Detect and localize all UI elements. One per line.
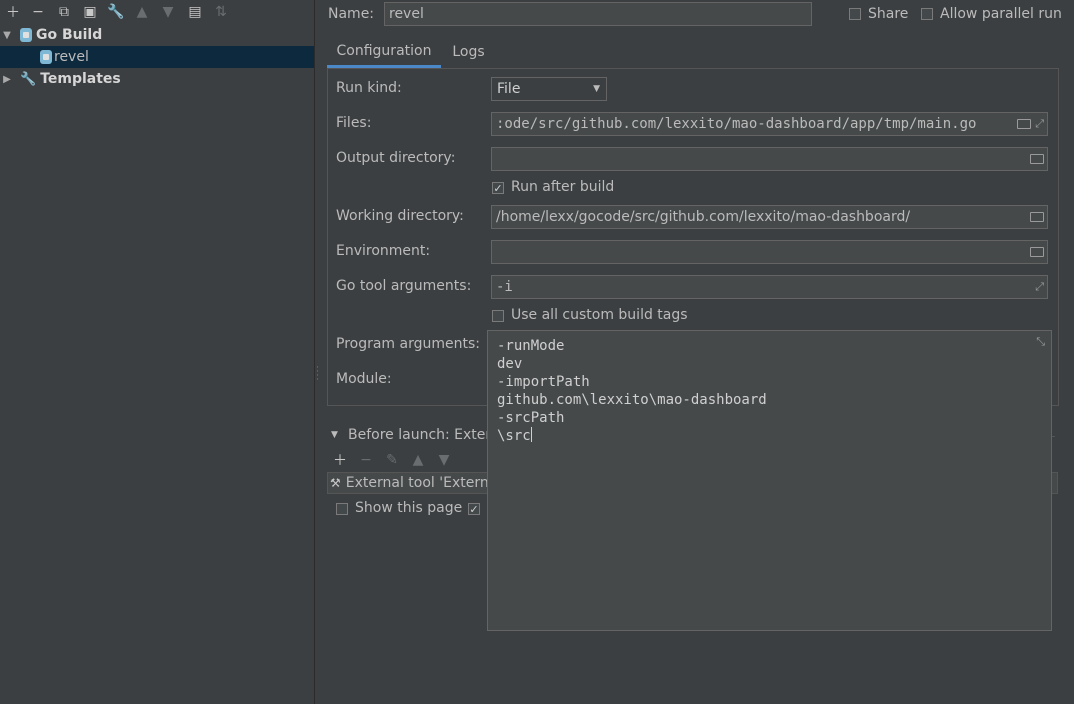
- files-label: Files:: [336, 115, 372, 131]
- run-kind-select[interactable]: File ▼: [491, 77, 607, 101]
- output-directory-input[interactable]: [491, 147, 1048, 171]
- wrench-icon: 🔧: [20, 71, 37, 87]
- working-directory-input[interactable]: /home/lexx/gocode/src/github.com/lexxito…: [491, 205, 1048, 229]
- environment-input[interactable]: [491, 240, 1048, 264]
- folder-icon[interactable]: [1030, 247, 1044, 257]
- show-page-label: Show this page: [355, 500, 463, 516]
- chevron-down-icon: ▼: [593, 84, 600, 94]
- allow-parallel-checkbox[interactable]: [921, 8, 933, 20]
- folder-add-icon[interactable]: ▤: [185, 2, 205, 22]
- go-tool-arguments-label: Go tool arguments:: [336, 278, 472, 294]
- allow-parallel-label: Allow parallel run: [940, 6, 1062, 22]
- files-value: :ode/src/github.com/lexxito/mao-dashboar…: [496, 116, 977, 132]
- collapse-arrow-icon[interactable]: ▼: [331, 430, 338, 440]
- collapse-arrow-icon[interactable]: ▶: [0, 74, 14, 85]
- run-after-build-label: Run after build: [511, 179, 615, 195]
- program-arguments-label: Program arguments:: [336, 336, 480, 352]
- tab-configuration[interactable]: Configuration: [327, 36, 441, 68]
- go-tool-arguments-input[interactable]: -i ⤢: [491, 275, 1048, 299]
- before-launch-task-label: External tool 'Extern: [345, 475, 489, 491]
- share-label: Share: [868, 6, 909, 22]
- minus-icon[interactable]: −: [356, 450, 376, 470]
- folder-icon[interactable]: [1017, 119, 1032, 129]
- sort-icon[interactable]: ⇅: [211, 2, 231, 22]
- arg-line: github.com\lexxito\mao-dashboard: [497, 392, 767, 408]
- tree-item-label: Templates: [40, 71, 121, 87]
- go-file-icon: [40, 50, 52, 64]
- tree-item-templates[interactable]: ▶ 🔧 Templates: [0, 68, 314, 90]
- arg-line: \src: [497, 428, 531, 444]
- run-kind-label: Run kind:: [336, 80, 402, 96]
- plus-icon[interactable]: ＋: [330, 450, 350, 470]
- arrow-up-icon[interactable]: ▲: [132, 2, 152, 22]
- before-launch-title: Before launch: Externa: [348, 427, 509, 443]
- working-directory-label: Working directory:: [336, 208, 464, 224]
- go-build-icon: [20, 28, 32, 42]
- before-launch-task-row[interactable]: ⚒ External tool 'Extern: [330, 475, 489, 491]
- folder-icon[interactable]: [1030, 212, 1044, 222]
- plus-icon[interactable]: ＋: [3, 2, 23, 22]
- environment-label: Environment:: [336, 243, 431, 259]
- minus-icon[interactable]: −: [28, 2, 48, 22]
- wrench-icon[interactable]: 🔧: [106, 2, 126, 22]
- working-directory-value: /home/lexx/gocode/src/github.com/lexxito…: [496, 209, 911, 225]
- custom-build-tags-label: Use all custom build tags: [511, 307, 688, 323]
- folder-icon[interactable]: [1030, 154, 1044, 164]
- arg-line: -srcPath: [497, 410, 565, 426]
- tools-icon: ⚒: [330, 476, 341, 490]
- program-arguments-editor[interactable]: ⤡ -runMode dev -importPath github.com\le…: [487, 330, 1052, 631]
- edit-icon[interactable]: ✎: [382, 450, 402, 470]
- files-input[interactable]: :ode/src/github.com/lexxito/mao-dashboar…: [491, 112, 1048, 136]
- arg-line: -runMode: [497, 338, 565, 354]
- activate-window-checkbox[interactable]: ✓: [468, 503, 480, 515]
- tree-item-revel[interactable]: revel: [0, 46, 314, 68]
- expand-icon[interactable]: ⤢: [1035, 117, 1044, 131]
- configurations-tree-panel: ＋ − ⧉ ▣ 🔧 ▲ ▼ ▤ ⇅ ▼ Go Build revel ▶ 🔧 T…: [0, 0, 315, 704]
- tree-item-go-build[interactable]: ▼ Go Build: [0, 24, 314, 46]
- expand-arrow-icon[interactable]: ▼: [0, 30, 14, 41]
- text-caret: [530, 427, 532, 442]
- tab-logs[interactable]: Logs: [446, 36, 491, 68]
- program-arguments-text[interactable]: -runMode dev -importPath github.com\lexx…: [497, 337, 767, 445]
- module-label: Module:: [336, 371, 392, 387]
- arrow-down-icon[interactable]: ▼: [158, 2, 178, 22]
- collapse-icon[interactable]: ⤡: [1036, 335, 1045, 349]
- name-input[interactable]: revel: [384, 2, 812, 26]
- copy-icon[interactable]: ⧉: [54, 2, 74, 22]
- tree-item-label: Go Build: [36, 27, 103, 43]
- output-directory-label: Output directory:: [336, 150, 456, 166]
- share-checkbox[interactable]: [849, 8, 861, 20]
- arg-line: -importPath: [497, 374, 590, 390]
- custom-build-tags-checkbox[interactable]: [492, 310, 504, 322]
- show-page-checkbox[interactable]: [336, 503, 348, 515]
- run-kind-value: File: [497, 81, 521, 97]
- splitter-handle[interactable]: · · · ·: [316, 364, 320, 385]
- name-label: Name:: [328, 6, 375, 22]
- tree-item-label: revel: [54, 49, 89, 65]
- arg-line: dev: [497, 356, 523, 372]
- arrow-up-icon[interactable]: ▲: [408, 450, 428, 470]
- run-after-build-checkbox[interactable]: ✓: [492, 182, 504, 194]
- tree-toolbar: ＋ − ⧉ ▣ 🔧 ▲ ▼ ▤ ⇅: [0, 0, 314, 24]
- arrow-down-icon[interactable]: ▼: [434, 450, 454, 470]
- expand-icon[interactable]: ⤢: [1035, 280, 1044, 294]
- save-icon[interactable]: ▣: [80, 2, 100, 22]
- go-tool-arguments-value: -i: [496, 279, 513, 295]
